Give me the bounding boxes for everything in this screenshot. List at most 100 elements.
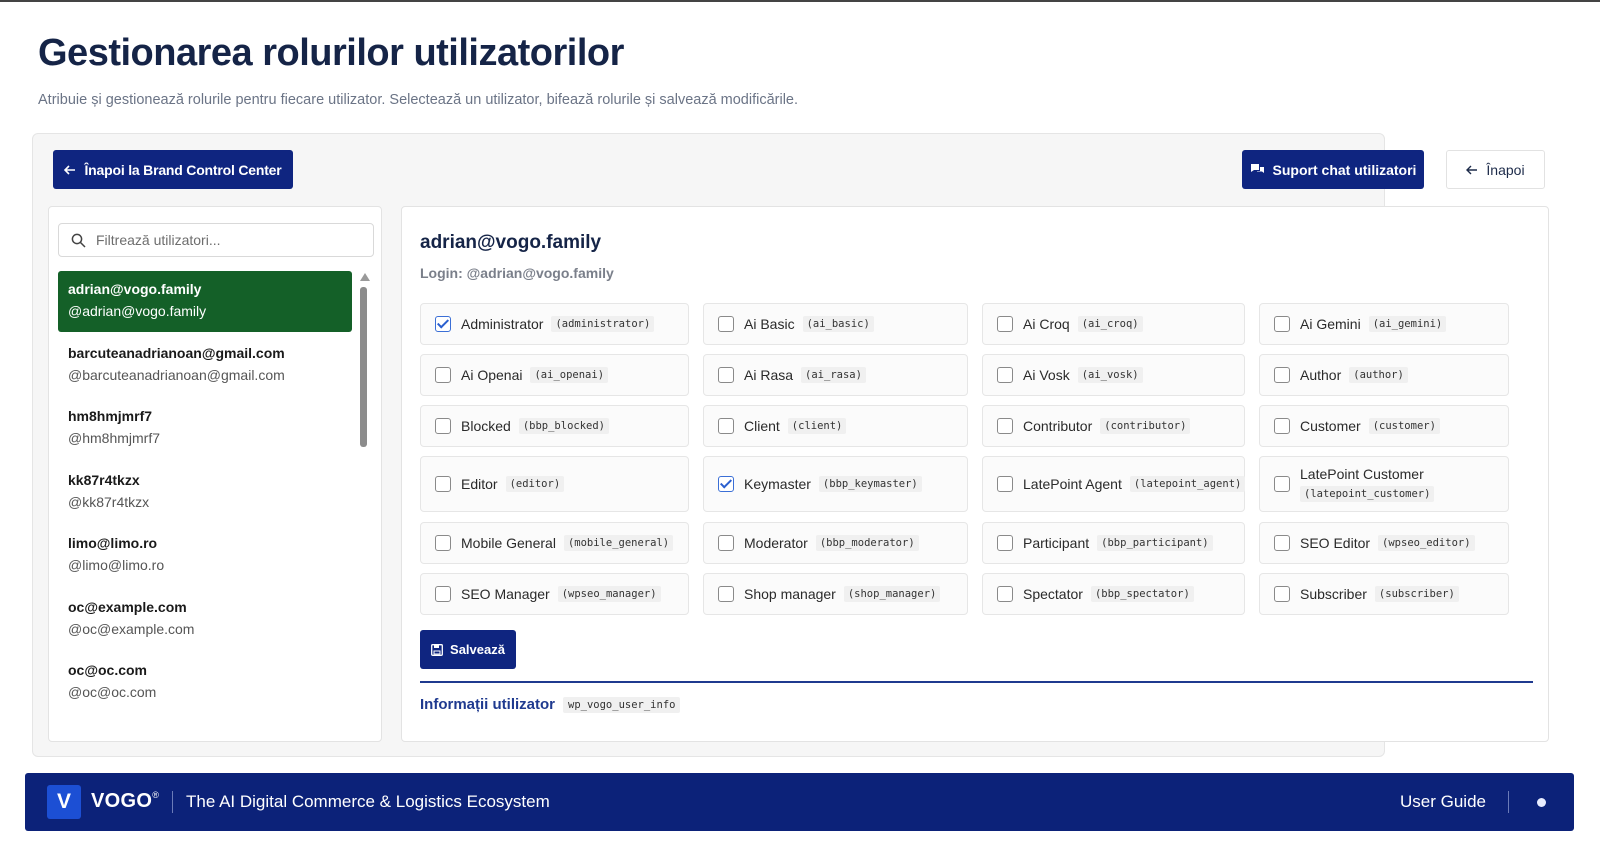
user-list-item[interactable]: adrian@vogo.family @adrian@vogo.family [58,271,352,332]
role-text: LatePoint Customer (latepoint_customer) [1300,466,1435,502]
role-checkbox[interactable] [435,586,451,602]
role-checkbox[interactable] [1274,476,1290,492]
role-checkbox[interactable] [718,418,734,434]
chat-bubbles-icon [1250,163,1265,176]
role-option[interactable]: Ai Basic (ai_basic) [703,303,968,345]
role-text: Ai Rasa (ai_rasa) [744,367,866,383]
role-option[interactable]: Spectator (bbp_spectator) [982,573,1245,615]
role-text: Spectator (bbp_spectator) [1023,586,1194,602]
user-guide-link[interactable]: User Guide [1400,792,1486,812]
page-subtitle: Atribuie și gestionează rolurile pentru … [38,92,799,108]
role-option[interactable]: Editor (editor) [420,456,689,512]
role-text: Ai Croq (ai_croq) [1023,316,1143,332]
role-option[interactable]: Author (author) [1259,354,1509,396]
user-filter-field[interactable] [58,223,374,257]
role-checkbox[interactable] [997,316,1013,332]
role-text: Subscriber (subscriber) [1300,586,1459,602]
support-chat-button[interactable]: Suport chat utilizatori [1242,150,1424,189]
role-label: Author [1300,367,1342,383]
role-checkbox[interactable] [1274,418,1290,434]
role-option[interactable]: Moderator (bbp_moderator) [703,522,968,564]
save-button[interactable]: Salvează [420,630,516,669]
user-list-item[interactable]: hm8hmjmrf7 @hm8hmjmrf7 [58,398,352,462]
role-option[interactable]: Ai Vosk (ai_vosk) [982,354,1245,396]
role-checkbox[interactable] [718,476,734,492]
role-text: SEO Editor (wpseo_editor) [1300,535,1475,551]
role-checkbox[interactable] [997,586,1013,602]
user-info-meta-key: wp_vogo_user_info [563,696,681,713]
role-option[interactable]: Client (client) [703,405,968,447]
back-button[interactable]: Înapoi [1446,150,1545,189]
user-item-login: @limo@limo.ro [68,557,165,573]
role-option[interactable]: Mobile General (mobile_general) [420,522,689,564]
role-option[interactable]: LatePoint Customer (latepoint_customer) [1259,456,1509,512]
role-label: SEO Manager [461,586,550,602]
vogo-logo-icon: V [47,785,81,819]
role-option[interactable]: Blocked (bbp_blocked) [420,405,689,447]
role-checkbox[interactable] [997,476,1013,492]
role-option[interactable]: Contributor (contributor) [982,405,1245,447]
role-option[interactable]: Administrator (administrator) [420,303,689,345]
role-checkbox[interactable] [435,418,451,434]
selected-user-name: adrian@vogo.family [420,232,602,253]
role-label: Ai Openai [461,367,523,383]
role-option[interactable]: Subscriber (subscriber) [1259,573,1509,615]
role-option[interactable]: Ai Croq (ai_croq) [982,303,1245,345]
role-option[interactable]: Participant (bbp_participant) [982,522,1245,564]
user-item-name: oc@oc.com [68,662,148,678]
role-checkbox[interactable] [718,316,734,332]
role-checkbox[interactable] [1274,535,1290,551]
role-slug: (bbp_spectator) [1090,586,1194,602]
role-checkbox[interactable] [997,418,1013,434]
role-checkbox[interactable] [435,476,451,492]
role-option[interactable]: Ai Rasa (ai_rasa) [703,354,968,396]
role-label: LatePoint Customer [1300,466,1424,482]
user-list-item[interactable]: oc@example.com @oc@example.com [58,589,352,653]
scrollbar-thumb[interactable] [360,287,367,447]
page-title: Gestionarea rolurilor utilizatorilor [38,32,624,74]
user-list-item[interactable]: oc@oc.com @oc@oc.com [58,652,352,716]
user-list-scrollbar[interactable] [358,271,370,741]
role-option[interactable]: Keymaster (bbp_keymaster) [703,456,968,512]
role-checkbox[interactable] [435,535,451,551]
role-checkbox[interactable] [1274,316,1290,332]
user-list-panel: adrian@vogo.family @adrian@vogo.family bar… [48,206,382,742]
footer-divider [1508,791,1509,813]
user-list-item[interactable]: kk87r4tkzx @kk87r4tkzx [58,462,352,526]
role-checkbox[interactable] [997,535,1013,551]
role-label: Spectator [1023,586,1083,602]
role-label: SEO Editor [1300,535,1371,551]
user-list-item[interactable]: limo@limo.ro @limo@limo.ro [58,525,352,589]
role-label: Administrator [461,316,544,332]
role-checkbox[interactable] [718,586,734,602]
user-list-item[interactable]: barcuteanadrianoan@gmail.com @barcuteanad… [58,335,352,399]
scroll-up-arrow-icon[interactable] [360,273,370,281]
status-dot-icon[interactable] [1537,798,1546,807]
back-to-brand-control-center-button[interactable]: Înapoi la Brand Control Center [53,150,293,189]
role-checkbox[interactable] [435,367,451,383]
role-text: Blocked (bbp_blocked) [461,418,609,434]
user-item-login: @kk87r4tkzx [68,493,150,510]
role-option[interactable]: Ai Openai (ai_openai) [420,354,689,396]
user-item-login: @oc@example.com [68,620,195,637]
role-label: Client [744,418,780,434]
role-option[interactable]: SEO Editor (wpseo_editor) [1259,522,1509,564]
role-checkbox[interactable] [1274,367,1290,383]
role-option[interactable]: Ai Gemini (ai_gemini) [1259,303,1509,345]
role-checkbox[interactable] [997,367,1013,383]
role-option[interactable]: Customer (customer) [1259,405,1509,447]
role-text: Keymaster (bbp_keymaster) [744,476,922,492]
user-info-section-title[interactable]: Informații utilizator wp_vogo_user_info [420,696,681,713]
user-filter-input[interactable] [96,232,356,248]
section-divider [420,681,1533,683]
role-option[interactable]: LatePoint Agent (latepoint_agent) [982,456,1246,512]
role-checkbox[interactable] [718,535,734,551]
role-option[interactable]: SEO Manager (wpseo_manager) [420,573,689,615]
role-checkbox[interactable] [1274,586,1290,602]
role-checkbox[interactable] [718,367,734,383]
registered-mark: ® [152,790,160,800]
role-option[interactable]: Shop manager (shop_manager) [703,573,968,615]
role-checkbox[interactable] [435,316,451,332]
footer-tagline: The AI Digital Commerce & Logistics Ecos… [186,792,550,811]
role-text: Ai Basic (ai_basic) [744,316,874,332]
